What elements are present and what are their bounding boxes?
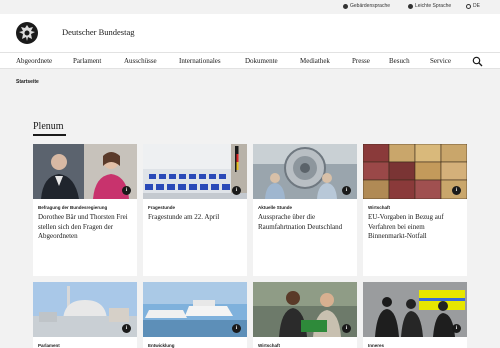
- card-category: Aktuelle Stunde: [258, 205, 293, 210]
- nav-item-dokumente[interactable]: Dokumente: [245, 57, 278, 65]
- card-headline[interactable]: Fragestunde am 22. April: [148, 213, 244, 223]
- easy-language-link[interactable]: Leichte Sprache: [408, 3, 451, 9]
- site-title[interactable]: Deutscher Bundestag: [62, 27, 134, 37]
- easy-language-label: Leichte Sprache: [415, 3, 452, 9]
- breadcrumb[interactable]: Startseite: [16, 79, 39, 85]
- card-category: Befragung der Bundesregierung: [38, 205, 108, 210]
- info-icon[interactable]: i: [452, 324, 461, 333]
- card-headline[interactable]: Dorothee Bär und Thorsten Frei stellen s…: [38, 213, 134, 242]
- card-headline[interactable]: EU-Vorgaben in Bezug auf Verfahren bei e…: [368, 213, 464, 242]
- hand-icon: [343, 3, 348, 9]
- section-title: Plenum: [33, 121, 64, 132]
- globe-icon: [466, 3, 471, 9]
- news-card[interactable]: i Entwicklung: [143, 282, 247, 348]
- easy-language-icon: [408, 3, 413, 9]
- card-category: Entwicklung: [148, 343, 175, 348]
- card-category: Wirtschaft: [258, 343, 280, 348]
- nav-item-internationales[interactable]: Internationales: [179, 57, 221, 65]
- sign-language-label: Gebärdensprache: [350, 3, 391, 9]
- news-card[interactable]: i Wirtschaft EU-Vorgaben in Bezug auf Ve…: [363, 144, 467, 276]
- news-card[interactable]: i Fragestunde Fragestunde am 22. April: [143, 144, 247, 276]
- language-switcher[interactable]: DE: [466, 3, 480, 9]
- search-icon[interactable]: [472, 56, 483, 67]
- news-card[interactable]: i Wirtschaft: [253, 282, 357, 348]
- info-icon[interactable]: i: [232, 186, 241, 195]
- card-category: Wirtschaft: [368, 205, 390, 210]
- info-icon[interactable]: i: [342, 186, 351, 195]
- card-category: Inneres: [368, 343, 385, 348]
- nav-item-abgeordnete[interactable]: Abgeordnete: [16, 57, 52, 65]
- info-icon[interactable]: i: [232, 324, 241, 333]
- news-card[interactable]: i Parlament: [33, 282, 137, 348]
- main-navigation: Abgeordnete Parlament Ausschüsse Interna…: [0, 52, 500, 69]
- language-label: DE: [473, 3, 480, 9]
- info-icon[interactable]: i: [452, 186, 461, 195]
- nav-item-mediathek[interactable]: Mediathek: [300, 57, 330, 65]
- site-header: Deutscher Bundestag: [0, 14, 500, 52]
- news-card[interactable]: i Inneres: [363, 282, 467, 348]
- utility-bar: Gebärdensprache Leichte Sprache DE: [0, 0, 500, 14]
- nav-item-presse[interactable]: Presse: [352, 57, 370, 65]
- info-icon[interactable]: i: [122, 324, 131, 333]
- nav-item-besuch[interactable]: Besuch: [389, 57, 410, 65]
- section-title-underline: [33, 134, 66, 136]
- card-category: Parlament: [38, 343, 60, 348]
- info-icon[interactable]: i: [342, 324, 351, 333]
- news-card[interactable]: i Aktuelle Stunde Aussprache über die Ra…: [253, 144, 357, 276]
- info-icon[interactable]: i: [122, 186, 131, 195]
- nav-item-parlament[interactable]: Parlament: [73, 57, 101, 65]
- news-card[interactable]: i Befragung der Bundesregierung Dorothee…: [33, 144, 137, 276]
- card-headline[interactable]: Aussprache über die Raumfahrtnation Deut…: [258, 213, 354, 232]
- nav-item-service[interactable]: Service: [430, 57, 451, 65]
- nav-item-ausschuesse[interactable]: Ausschüsse: [124, 57, 157, 65]
- federal-eagle-logo[interactable]: [16, 22, 38, 44]
- card-category: Fragestunde: [148, 205, 176, 210]
- sign-language-link[interactable]: Gebärdensprache: [343, 3, 390, 9]
